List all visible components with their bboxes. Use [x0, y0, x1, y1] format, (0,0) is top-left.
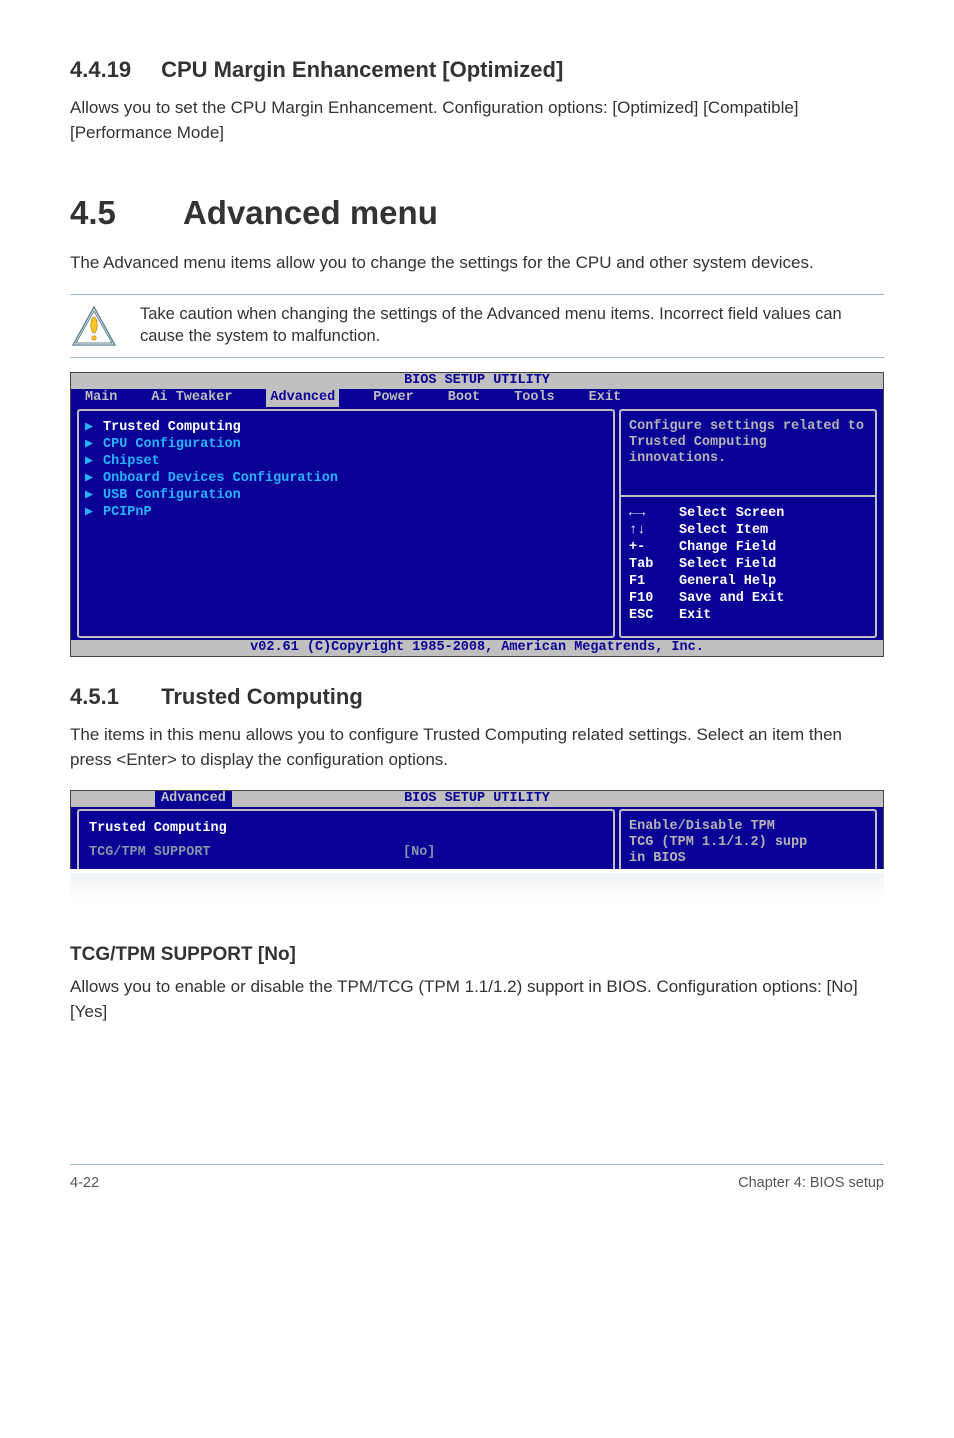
bios-help-line: TCG (TPM 1.1/1.2) supp [629, 835, 867, 851]
bios-tab: Ai Tweaker [151, 389, 232, 407]
heading-4-4-19: 4.4.19 CPU Margin Enhancement [Optimized… [70, 54, 884, 86]
bios-tab: Boot [448, 389, 480, 407]
bios-screenshot-trusted-computing: BIOS SETUP UTILITY Advanced Trusted Comp… [70, 790, 884, 869]
paragraph: Allows you to enable or disable the TPM/… [70, 975, 884, 1024]
bios-menu-item: CPU Configuration [103, 436, 241, 453]
triangle-right-icon: ▶ [85, 419, 103, 436]
key-desc: Exit [679, 607, 711, 624]
triangle-right-icon: ▶ [85, 504, 103, 521]
bios-tab: Main [85, 389, 117, 407]
bios-menu-item: Onboard Devices Configuration [103, 470, 338, 487]
bios-title-bar: BIOS SETUP UTILITY Advanced [71, 791, 883, 807]
fade-gradient [70, 873, 884, 907]
key: F1 [629, 573, 679, 590]
paragraph: The Advanced menu items allow you to cha… [70, 251, 884, 276]
key-desc: Change Field [679, 539, 776, 556]
page-number: 4-22 [70, 1173, 99, 1194]
key-desc: Select Field [679, 556, 776, 573]
heading-title: CPU Margin Enhancement [Optimized] [161, 57, 563, 82]
bios-tab-selected: Advanced [266, 389, 339, 407]
bios-menu-item: PCIPnP [103, 504, 152, 521]
bios-screenshot-advanced-menu: BIOS SETUP UTILITY Main Ai Tweaker Advan… [70, 372, 884, 657]
key-desc: Save and Exit [679, 590, 784, 607]
bios-help-line: in BIOS [629, 851, 867, 867]
key: F10 [629, 590, 679, 607]
key: ESC [629, 607, 679, 624]
bios-tab-selected: Advanced [155, 791, 232, 807]
key-desc: Select Screen [679, 505, 784, 522]
bios-tab: Exit [589, 389, 621, 407]
heading-4-5: 4.5 Advanced menu [70, 189, 884, 237]
bios-key-legend: ←→Select Screen ↑↓Select Item +-Change F… [619, 495, 877, 638]
key: ↑↓ [629, 522, 679, 539]
triangle-right-icon: ▶ [85, 487, 103, 504]
bios-help-text: Configure settings related to Trusted Co… [619, 409, 877, 495]
bios-setting-label: TCG/TPM SUPPORT [89, 843, 403, 863]
bios-content-pane: Trusted Computing TCG/TPM SUPPORT [No] [77, 809, 615, 869]
caution-icon [70, 303, 140, 347]
heading-number: 4.4.19 [70, 54, 155, 86]
bios-title: BIOS SETUP UTILITY [71, 373, 883, 389]
heading-title: Trusted Computing [161, 684, 363, 709]
bios-help-line: Enable/Disable TPM [629, 819, 867, 835]
bios-menu-list: ▶Trusted Computing ▶CPU Configuration ▶C… [77, 409, 615, 638]
bios-tab-row: Main Ai Tweaker Advanced Power Boot Tool… [71, 389, 883, 407]
paragraph: The items in this menu allows you to con… [70, 723, 884, 772]
heading-title: Advanced menu [183, 194, 438, 231]
key-desc: General Help [679, 573, 776, 590]
bios-tab: Power [373, 389, 414, 407]
bios-help-pane: Enable/Disable TPM TCG (TPM 1.1/1.2) sup… [619, 809, 877, 869]
key: ←→ [629, 505, 679, 522]
bios-setting-value: [No] [403, 843, 603, 863]
key: +- [629, 539, 679, 556]
heading-number: 4.5 [70, 189, 175, 237]
chapter-label: Chapter 4: BIOS setup [738, 1173, 884, 1194]
heading-number: 4.5.1 [70, 681, 155, 713]
triangle-right-icon: ▶ [85, 453, 103, 470]
key: Tab [629, 556, 679, 573]
paragraph: Allows you to set the CPU Margin Enhance… [70, 96, 884, 145]
key-desc: Select Item [679, 522, 768, 539]
heading-4-5-1: 4.5.1 Trusted Computing [70, 681, 884, 713]
bios-help-pane: Configure settings related to Trusted Co… [619, 409, 877, 638]
bios-menu-item: USB Configuration [103, 487, 241, 504]
triangle-right-icon: ▶ [85, 436, 103, 453]
triangle-right-icon: ▶ [85, 470, 103, 487]
caution-note: Take caution when changing the settings … [70, 294, 884, 359]
bios-menu-item: Chipset [103, 453, 160, 470]
bios-copyright: v02.61 (C)Copyright 1985-2008, American … [71, 640, 883, 656]
bios-tab: Tools [514, 389, 555, 407]
bios-menu-item: Trusted Computing [103, 419, 241, 436]
page-footer: 4-22 Chapter 4: BIOS setup [70, 1164, 884, 1194]
subheading-tcg-tpm: TCG/TPM SUPPORT [No] [70, 941, 884, 969]
caution-text: Take caution when changing the settings … [140, 303, 884, 348]
bios-title: BIOS SETUP UTILITY [404, 791, 550, 806]
bios-section-header: Trusted Computing [89, 819, 603, 839]
